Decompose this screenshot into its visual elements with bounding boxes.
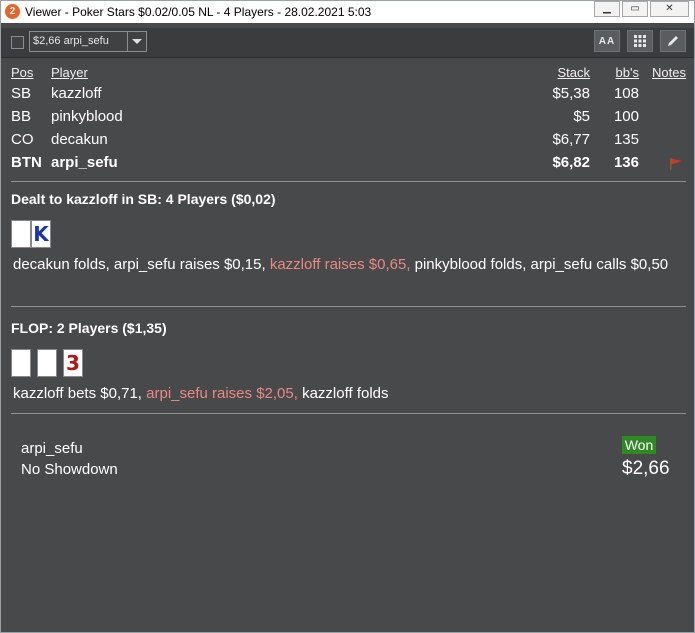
hand-viewer-window: 2 Viewer - Poker Stars $0.02/0.05 NL - 4…	[0, 0, 695, 633]
won-badge: Won	[622, 436, 656, 454]
card: K	[31, 220, 51, 248]
player-bbs: 100	[613, 108, 639, 125]
flop-title: FLOP: 2 Players ($1,35)	[11, 320, 167, 336]
player-bbs: 135	[613, 131, 639, 148]
pokertracker-icon: 2	[5, 4, 20, 19]
player-pos: BTN	[11, 154, 42, 171]
edit-button[interactable]	[660, 30, 686, 52]
font-size-icon: AA	[598, 36, 616, 47]
title-bar[interactable]: 2 Viewer - Poker Stars $0.02/0.05 NL - 4…	[1, 1, 694, 23]
close-icon: ✕	[665, 3, 674, 14]
player-stack: $5	[573, 108, 590, 125]
edit-icon	[668, 36, 678, 46]
card: A	[11, 220, 31, 248]
minimize-button[interactable]: ▁	[594, 1, 620, 17]
hand-select-dropdown[interactable]: $2,66 arpi_sefu	[29, 31, 147, 52]
chevron-down-icon[interactable]	[127, 32, 146, 51]
action-highlight: arpi_sefu raises $2,05,	[146, 385, 298, 402]
player-name: decakun	[51, 131, 108, 148]
player-name: arpi_sefu	[51, 154, 118, 171]
card: T	[37, 349, 57, 377]
action-text: decakun folds, arpi_sefu raises $0,15,	[13, 256, 270, 273]
header-stack[interactable]: Stack	[557, 65, 590, 80]
action-text: pinkyblood folds, arpi_sefu calls $0,50	[410, 256, 669, 273]
won-amount: $2,66	[622, 458, 670, 479]
hero-player-row[interactable]: BTN arpi_sefu $6,82 136	[1, 154, 694, 176]
action-text: kazzloff bets $0,71,	[13, 385, 147, 402]
maximize-button[interactable]: ▭	[622, 1, 648, 17]
header-player[interactable]: Player	[51, 65, 88, 80]
player-stack: $5,38	[552, 85, 590, 102]
font-size-button[interactable]: AA	[594, 30, 620, 52]
flop-actions: kazzloff bets $0,71, arpi_sefu raises $2…	[13, 383, 683, 405]
header-pos[interactable]: Pos	[11, 65, 33, 80]
flag-icon[interactable]	[669, 158, 683, 170]
player-bbs: 108	[613, 85, 639, 102]
card: 9	[11, 349, 31, 377]
preflop-title: Dealt to kazzloff in SB: 4 Players ($0,0…	[11, 191, 276, 207]
action-text: kazzloff folds	[297, 385, 389, 402]
player-name: kazzloff	[51, 85, 102, 102]
close-button[interactable]: ✕	[650, 1, 689, 17]
card: 3	[63, 349, 83, 377]
grid-button[interactable]	[627, 30, 653, 52]
player-stack: $6,77	[552, 131, 590, 148]
player-pos: CO	[11, 131, 34, 148]
preflop-actions: decakun folds, arpi_sefu raises $0,15, k…	[13, 254, 683, 276]
player-name: pinkyblood	[51, 108, 123, 125]
toolbar: $2,66 arpi_sefu AA	[1, 28, 694, 58]
player-pos: SB	[11, 85, 32, 102]
player-stack: $6,82	[552, 154, 590, 171]
action-highlight: kazzloff raises $0,65,	[269, 256, 411, 273]
header-bbs[interactable]: bb's	[616, 65, 639, 80]
hand-select-value: $2,66 arpi_sefu	[33, 35, 109, 47]
player-pos: BB	[11, 108, 32, 125]
separator	[11, 181, 686, 182]
player-row[interactable]: CO decakun $6,77 135	[1, 131, 694, 153]
minimize-icon: ▁	[603, 3, 611, 14]
player-row[interactable]: BB pinkyblood $5 100	[1, 108, 694, 130]
hand-checkbox[interactable]	[11, 36, 24, 49]
header-notes[interactable]: Notes	[652, 65, 686, 80]
player-bbs: 136	[613, 154, 639, 171]
grid-icon	[634, 35, 646, 47]
separator	[11, 306, 686, 307]
winner-name: arpi_sefu	[21, 440, 83, 457]
window-title: Viewer - Poker Stars $0.02/0.05 NL - 4 P…	[25, 5, 372, 19]
player-row[interactable]: SB kazzloff $5,38 108	[1, 85, 694, 107]
maximize-icon: ▭	[630, 3, 640, 14]
separator	[11, 413, 686, 414]
result-detail: No Showdown	[21, 461, 118, 478]
